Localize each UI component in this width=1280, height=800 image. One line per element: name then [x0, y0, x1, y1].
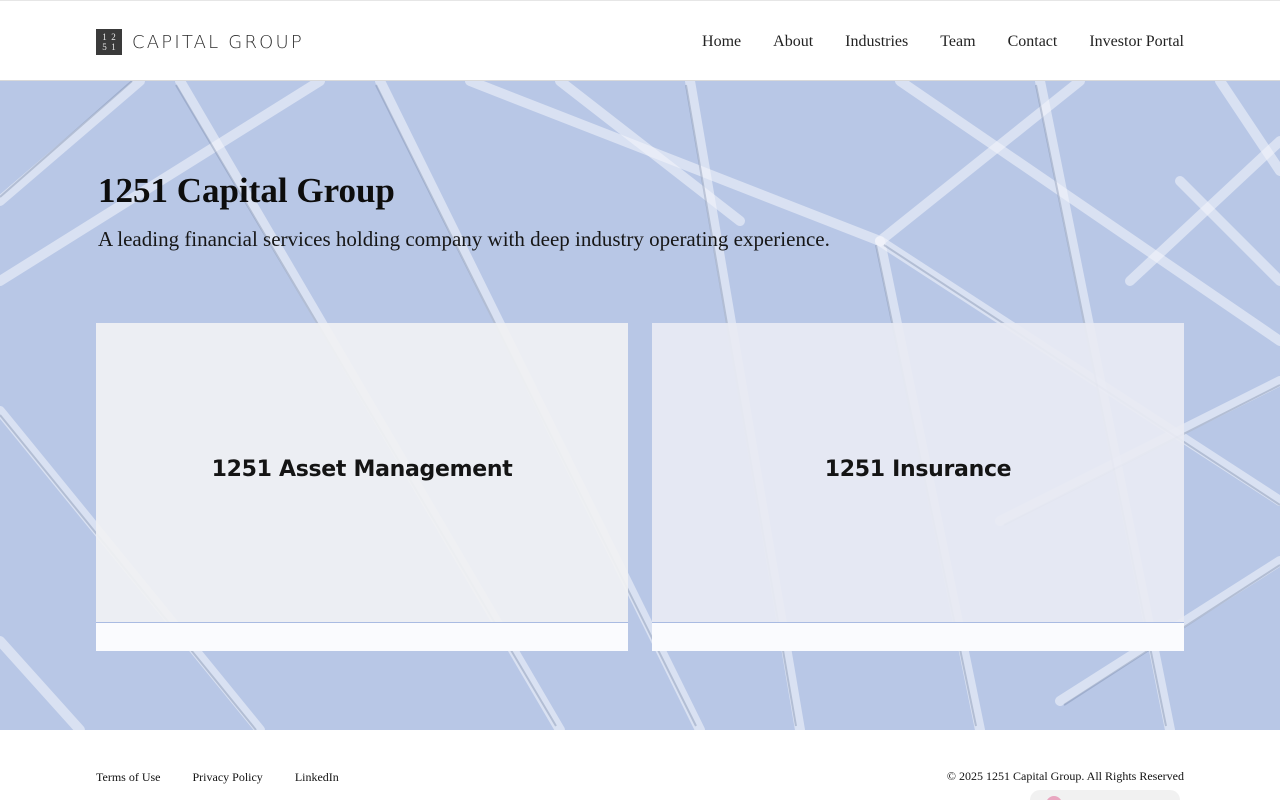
terms-of-use-link[interactable]: Terms of Use — [96, 770, 160, 785]
nav-about-link[interactable]: About — [773, 32, 813, 52]
footer-links: Terms of Use Privacy Policy LinkedIn — [96, 770, 371, 785]
hero-section: 1251 Capital Group A leading financial s… — [0, 81, 1280, 730]
logo-mark-digit: 1 — [102, 31, 107, 42]
logo-mark: 1 2 5 1 — [96, 29, 122, 55]
nav-contact-link[interactable]: Contact — [1008, 32, 1058, 52]
card-footer-bar — [652, 622, 1184, 651]
hero-subtitle: A leading financial services holding com… — [98, 227, 830, 251]
hero-title: 1251 Capital Group — [98, 171, 395, 210]
nav-team-link[interactable]: Team — [940, 32, 975, 52]
logo-mark-digit: 1 — [111, 41, 116, 52]
card-footer-bar — [96, 622, 628, 651]
insurance-card[interactable]: 1251 Insurance — [652, 323, 1184, 651]
linkedin-link[interactable]: LinkedIn — [295, 770, 339, 785]
nav-home-link[interactable]: Home — [702, 32, 741, 52]
privacy-policy-link[interactable]: Privacy Policy — [192, 770, 262, 785]
site-header: 1 2 5 1 CAPITAL GROUP Home About Industr… — [0, 0, 1280, 81]
card-title: 1251 Asset Management — [211, 457, 513, 482]
logo-text: CAPITAL GROUP — [132, 31, 304, 53]
nav-investor-portal-link[interactable]: Investor Portal — [1089, 32, 1184, 52]
nav-industries-link[interactable]: Industries — [845, 32, 908, 52]
logo-mark-digit: 2 — [111, 31, 116, 42]
logo-mark-digit: 5 — [102, 41, 107, 52]
card-title: 1251 Insurance — [824, 457, 1012, 482]
copyright-text: © 2025 1251 Capital Group. All Rights Re… — [946, 769, 1184, 783]
asset-management-card[interactable]: 1251 Asset Management — [96, 323, 628, 651]
site-logo[interactable]: 1 2 5 1 CAPITAL GROUP — [96, 29, 304, 55]
main-nav: Home About Industries Team Contact Inves… — [702, 32, 1184, 52]
